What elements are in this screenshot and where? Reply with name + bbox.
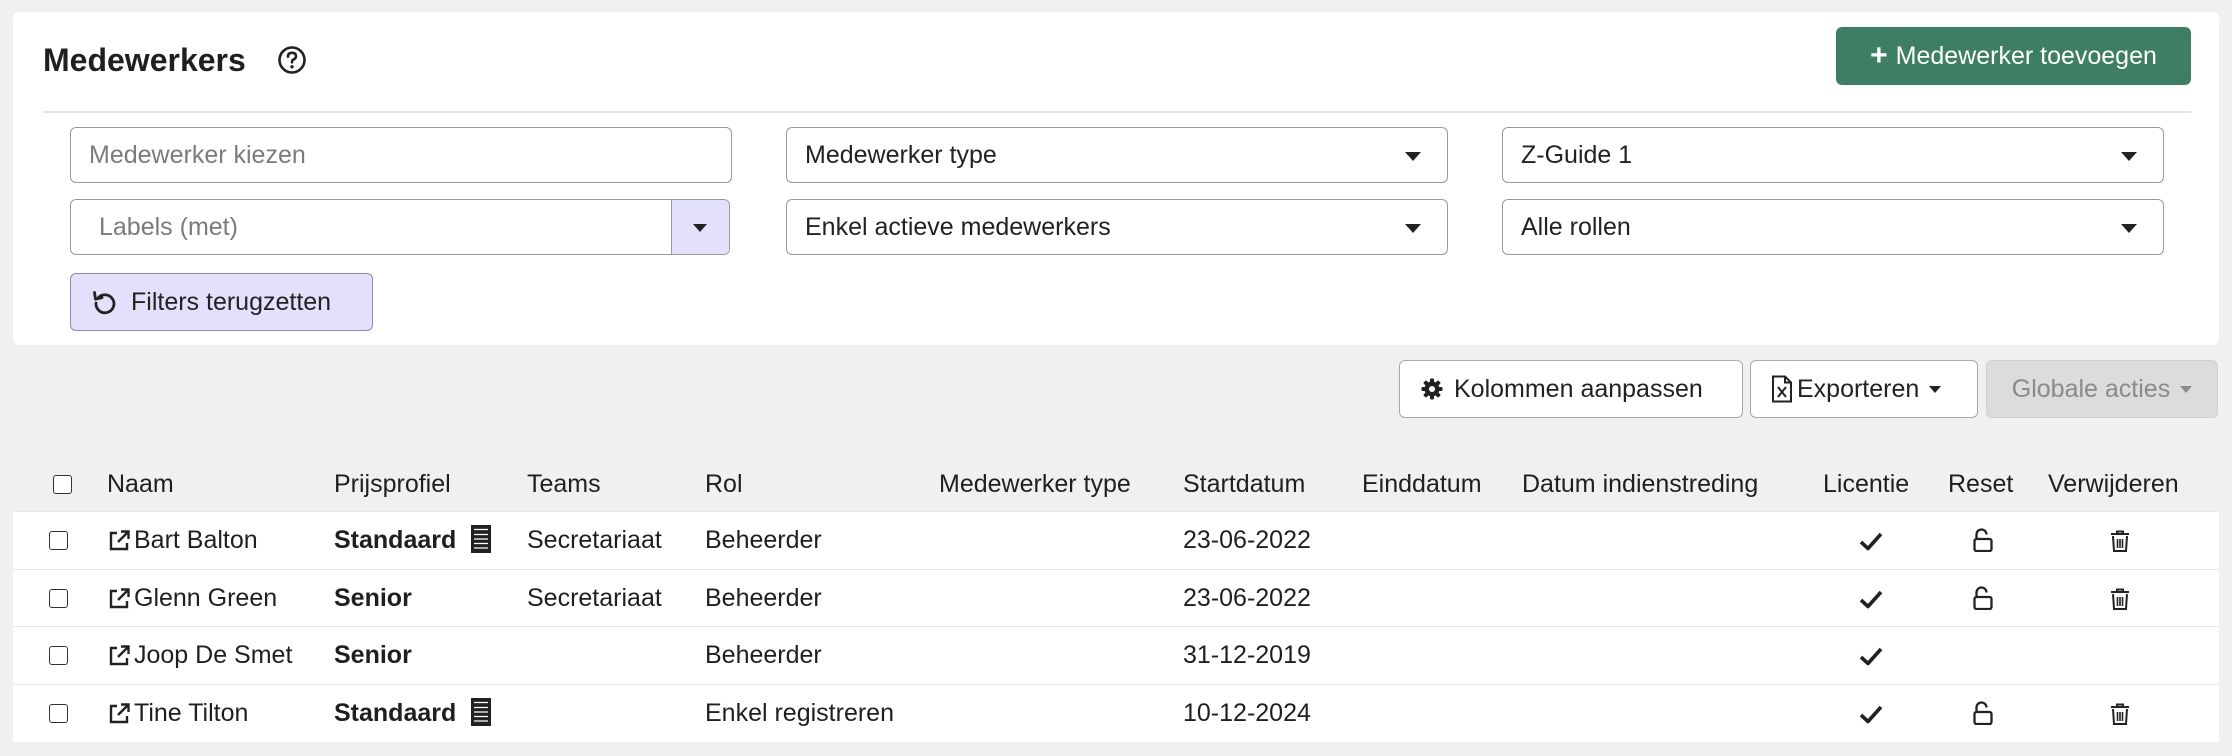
- export-button[interactable]: Exporteren: [1750, 360, 1978, 418]
- customize-columns-button[interactable]: Kolommen aanpassen: [1399, 360, 1743, 418]
- table-row: Glenn Green Senior Secretariaat Beheerde…: [13, 569, 2219, 627]
- chevron-down-icon: [693, 224, 707, 232]
- plus-icon: +: [1870, 39, 1888, 72]
- start-date-cell: 31-12-2019: [1183, 641, 1311, 669]
- external-link-icon: [109, 529, 130, 550]
- unlock-icon[interactable]: [1973, 701, 1993, 725]
- chevron-down-icon: [2121, 224, 2137, 233]
- row-checkbox[interactable]: [49, 704, 68, 723]
- column-header-naam[interactable]: Naam: [107, 468, 174, 500]
- global-actions-button: Globale acties: [1986, 360, 2218, 418]
- employee-select[interactable]: Medewerker kiezen: [70, 127, 732, 183]
- table-row: Bart Balton Standaard Secretariaat Behee…: [13, 511, 2219, 569]
- teams-cell: Secretariaat: [527, 526, 662, 554]
- z-guide-select[interactable]: Z-Guide 1: [1502, 127, 2164, 183]
- employee-name-link[interactable]: Bart Balton: [106, 512, 258, 569]
- table-row: Tine Tilton Standaard Enkel registreren …: [13, 684, 2219, 742]
- teams-cell: Secretariaat: [527, 584, 662, 612]
- row-checkbox[interactable]: [49, 531, 68, 550]
- employee-name-link[interactable]: Glenn Green: [106, 570, 277, 627]
- column-header-prijsprofiel[interactable]: Prijsprofiel: [334, 468, 451, 500]
- employee-type-select[interactable]: Medewerker type: [786, 127, 1448, 183]
- column-header-einddatum[interactable]: Einddatum: [1362, 468, 1482, 500]
- role-cell: Beheerder: [705, 641, 822, 669]
- role-cell: Beheerder: [705, 584, 822, 612]
- external-link-icon: [109, 587, 130, 608]
- excel-file-icon: [1772, 375, 1792, 403]
- external-link-icon: [109, 702, 130, 723]
- price-profile-cell: Senior: [334, 570, 412, 627]
- trash-icon[interactable]: [2109, 702, 2131, 726]
- roles-select[interactable]: Alle rollen: [1502, 199, 2164, 255]
- check-icon: [1859, 705, 1883, 724]
- employee-name: Joop De Smet: [134, 641, 293, 669]
- roles-value: Alle rollen: [1521, 212, 1631, 241]
- active-filter-select[interactable]: Enkel actieve medewerkers: [786, 199, 1448, 255]
- chevron-down-icon: [1929, 385, 1942, 393]
- customize-columns-label: Kolommen aanpassen: [1454, 374, 1703, 403]
- reset-filters-label: Filters terugzetten: [131, 287, 332, 316]
- row-checkbox[interactable]: [49, 646, 68, 665]
- role-cell: Enkel registreren: [705, 699, 894, 727]
- column-header-medewerker-type[interactable]: Medewerker type: [939, 468, 1131, 500]
- role-cell: Beheerder: [705, 526, 822, 554]
- price-profile: Senior: [334, 641, 412, 669]
- employee-name-link[interactable]: Tine Tilton: [106, 685, 248, 742]
- column-header-rol[interactable]: Rol: [705, 468, 743, 500]
- price-profile: Standaard: [334, 699, 457, 727]
- column-header-verwijderen[interactable]: Verwijderen: [2048, 468, 2179, 500]
- employee-name-link[interactable]: Joop De Smet: [106, 627, 292, 684]
- export-label: Exporteren: [1797, 374, 1920, 403]
- check-icon: [1859, 590, 1883, 609]
- column-header-datum-indienstreding[interactable]: Datum indienstreding: [1522, 468, 1758, 500]
- undo-icon: [93, 291, 116, 315]
- global-actions-label: Globale acties: [2011, 374, 2171, 403]
- chevron-down-icon: [1405, 152, 1421, 161]
- add-employee-button[interactable]: + Medewerker toevoegen: [1836, 27, 2191, 85]
- divider: [43, 111, 2191, 113]
- start-date-cell: 10-12-2024: [1183, 699, 1311, 727]
- labels-placeholder: Labels (met): [99, 212, 238, 241]
- column-header-reset[interactable]: Reset: [1948, 468, 2013, 500]
- price-profile-cell: Standaard: [334, 512, 492, 569]
- column-header-licentie[interactable]: Licentie: [1823, 468, 1909, 500]
- check-icon: [1859, 532, 1883, 551]
- price-profile-cell: Standaard: [334, 685, 492, 742]
- chevron-down-icon: [2121, 152, 2137, 161]
- stack-icon: [471, 525, 492, 554]
- question-circle-icon[interactable]: [276, 44, 308, 76]
- row-checkbox[interactable]: [49, 589, 68, 608]
- active-filter-value: Enkel actieve medewerkers: [805, 212, 1111, 241]
- column-header-teams[interactable]: Teams: [527, 468, 601, 500]
- unlock-icon[interactable]: [1973, 528, 1993, 552]
- stack-icon: [471, 698, 492, 727]
- employee-name: Glenn Green: [134, 584, 278, 612]
- start-date-cell: 23-06-2022: [1183, 584, 1311, 612]
- reset-filters-button[interactable]: Filters terugzetten: [70, 273, 373, 331]
- employee-type-value: Medewerker type: [805, 140, 997, 169]
- labels-select[interactable]: Labels (met): [70, 199, 730, 255]
- price-profile: Senior: [334, 584, 412, 612]
- select-all-checkbox[interactable]: [53, 475, 72, 494]
- page-title: Medewerkers: [43, 42, 246, 78]
- check-icon: [1859, 647, 1883, 666]
- column-header-startdatum[interactable]: Startdatum: [1183, 468, 1305, 500]
- price-profile-cell: Senior: [334, 627, 412, 684]
- price-profile: Standaard: [334, 526, 457, 554]
- employee-name: Tine Tilton: [134, 699, 249, 727]
- unlock-icon[interactable]: [1973, 586, 1993, 610]
- trash-icon[interactable]: [2109, 529, 2131, 553]
- start-date-cell: 23-06-2022: [1183, 526, 1311, 554]
- chevron-down-icon: [1405, 224, 1421, 233]
- external-link-icon: [109, 644, 130, 665]
- labels-dropdown-button[interactable]: [671, 200, 729, 254]
- employee-select-placeholder: Medewerker kiezen: [89, 140, 306, 169]
- add-employee-label: Medewerker toevoegen: [1895, 41, 2157, 70]
- table-row: Joop De Smet Senior Beheerder 31-12-2019: [13, 626, 2219, 684]
- gear-icon: [1421, 378, 1443, 400]
- trash-icon[interactable]: [2109, 587, 2131, 611]
- employee-name: Bart Balton: [134, 526, 258, 554]
- z-guide-value: Z-Guide 1: [1521, 140, 1633, 169]
- chevron-down-icon: [2180, 385, 2193, 393]
